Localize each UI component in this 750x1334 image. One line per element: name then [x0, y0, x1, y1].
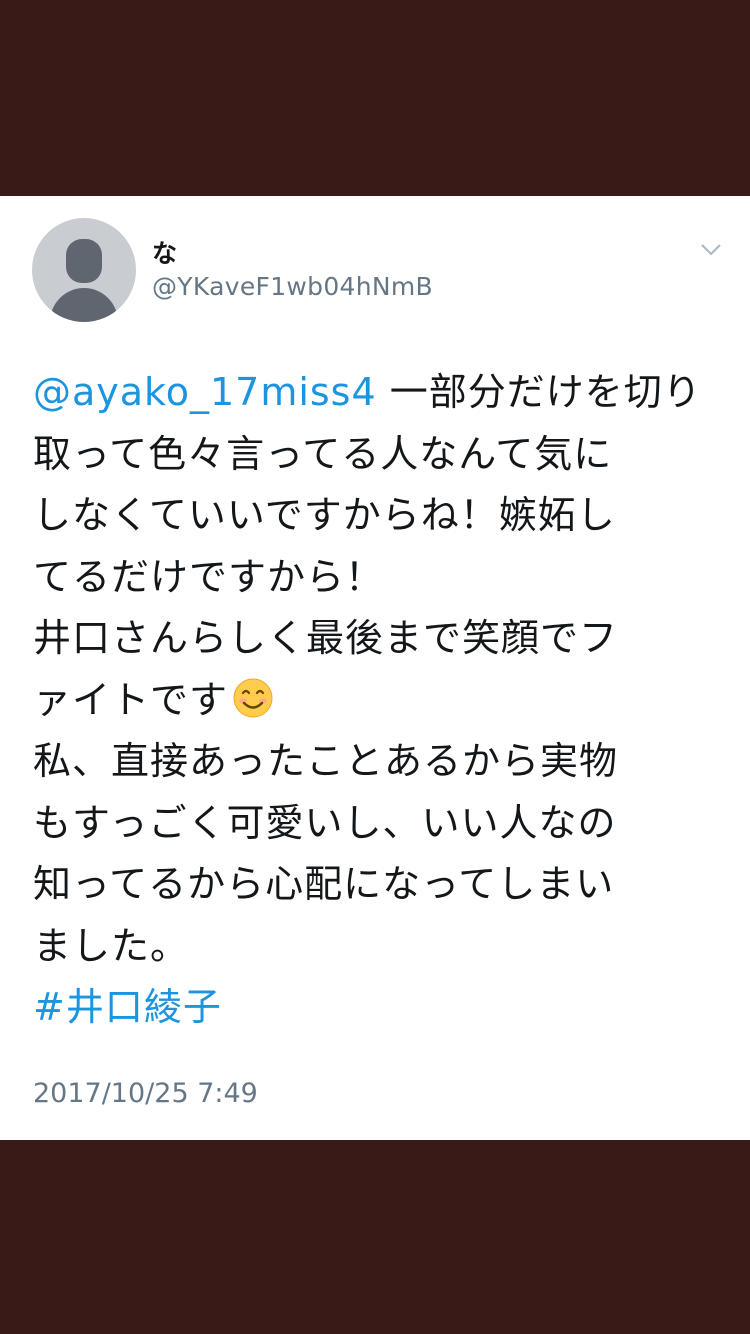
tweet-line: もすっごく可愛いし、いい人なの: [33, 800, 617, 845]
avatar[interactable]: [32, 218, 136, 322]
default-avatar-head: [66, 239, 102, 283]
tweet-line: しなくていいですからね！嫉妬し: [33, 493, 616, 537]
tweet-line: 井口さんらしく最後まで笑顔でフ: [33, 616, 619, 660]
tweet-line: 取って色々言ってる人なんて気に: [33, 431, 613, 476]
user-handle[interactable]: @YKaveF1wb04hNmB: [152, 272, 433, 301]
tweet-line: #井口綾子: [33, 977, 723, 1039]
display-name[interactable]: な: [152, 234, 177, 270]
tweet-line: 私、直接あったことあるから実物: [33, 739, 619, 783]
hashtag-link[interactable]: #井口綾子: [33, 985, 222, 1029]
tweet-timestamp[interactable]: 2017/10/25 7:49: [33, 1078, 258, 1109]
tweet-text: @ayako_17miss4 一部分だけを切り 取って色々言ってる人なんて気に …: [33, 362, 723, 1039]
tweet-line-text: 一部分だけを切り: [376, 370, 702, 414]
tweet-line: 知ってるから心配になってしまい: [33, 862, 615, 906]
smiling-face-emoji-icon: [233, 678, 273, 717]
screen: { "tweet": { "display_name": "な", "handl…: [0, 0, 750, 1334]
tweet-line: てるだけですから！: [33, 554, 385, 599]
default-avatar-body: [50, 288, 118, 322]
tweet-line: ァイトです: [33, 670, 723, 732]
chevron-down-icon[interactable]: [700, 238, 722, 260]
tweet-card: な @YKaveF1wb04hNmB @ayako_17miss4 一部分だけを…: [0, 196, 750, 1140]
tweet-line: ました。: [33, 923, 190, 968]
mention-link[interactable]: @ayako_17miss4: [33, 370, 377, 414]
tweet-line: @ayako_17miss4 一部分だけを切り: [33, 362, 723, 424]
tweet-line-text: ァイトです: [33, 677, 229, 722]
